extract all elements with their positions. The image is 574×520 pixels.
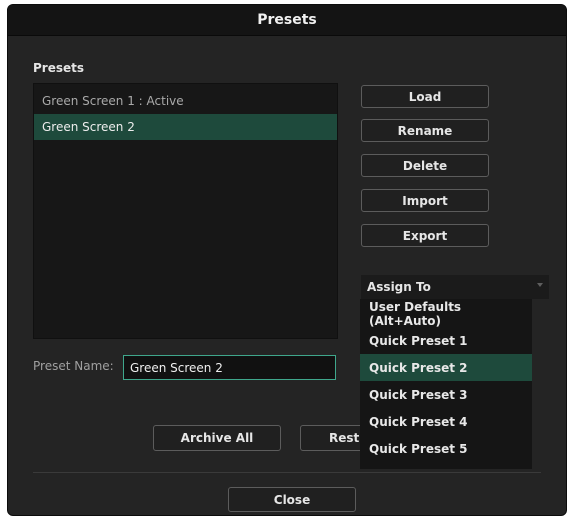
dialog-title: Presets [8,5,566,36]
preset-item-label: Green Screen 2 [42,120,135,134]
menu-item-quick-preset-5[interactable]: Quick Preset 5 [360,435,532,462]
preset-list[interactable]: Green Screen 1 : Active Green Screen 2 [33,83,338,339]
delete-button[interactable]: Delete [361,154,489,177]
load-button[interactable]: Load [361,85,489,108]
assign-to-label: Assign To [367,280,431,294]
close-button[interactable]: Close [228,487,356,512]
assign-to-dropdown[interactable]: Assign To [361,275,549,299]
preset-name-label: Preset Name: [33,359,114,373]
menu-item-quick-preset-1[interactable]: Quick Preset 1 [360,327,532,354]
list-item[interactable]: Green Screen 1 : Active [34,88,337,114]
footer-divider [33,472,541,473]
menu-item-quick-preset-2[interactable]: Quick Preset 2 [360,354,532,381]
menu-item-user-defaults[interactable]: User Defaults (Alt+Auto) [360,300,532,328]
presets-section-label: Presets [33,61,85,75]
export-button[interactable]: Export [361,224,489,247]
import-button[interactable]: Import [361,189,489,212]
menu-item-quick-preset-3[interactable]: Quick Preset 3 [360,381,532,408]
list-item[interactable]: Green Screen 2 [34,114,337,140]
preset-item-label: Green Screen 1 : Active [42,94,184,108]
rename-button[interactable]: Rename [361,119,489,142]
preset-name-input[interactable] [123,355,336,380]
archive-all-button[interactable]: Archive All [153,425,281,451]
assign-to-menu: User Defaults (Alt+Auto) Quick Preset 1 … [360,299,532,469]
chevron-down-icon [537,283,543,287]
presets-dialog: Presets Presets Green Screen 1 : Active … [7,4,567,516]
menu-item-quick-preset-4[interactable]: Quick Preset 4 [360,408,532,435]
